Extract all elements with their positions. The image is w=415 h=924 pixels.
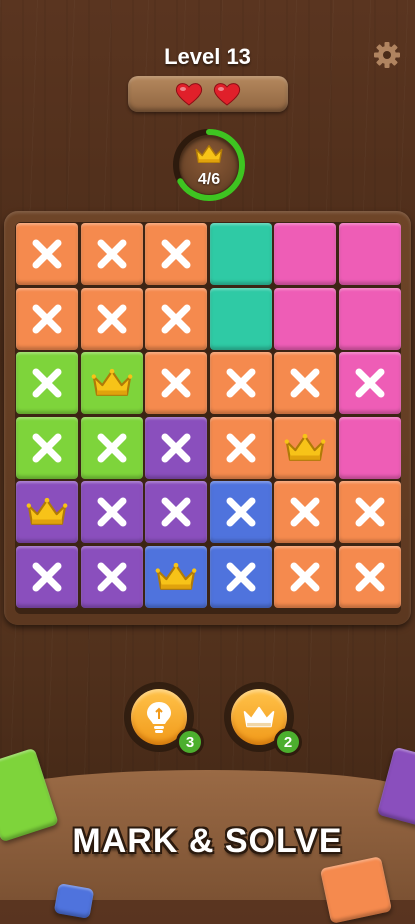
lightbulb-icon [147, 702, 171, 733]
x-mark-icon [97, 304, 126, 333]
x-mark-icon [290, 497, 320, 527]
board-cell[interactable] [338, 481, 401, 543]
x-mark-icon [161, 304, 191, 333]
board-cell[interactable] [145, 545, 207, 608]
x-mark-icon [32, 433, 62, 462]
lives-bar [128, 76, 288, 112]
board-cell[interactable] [80, 352, 143, 414]
crown-icon [243, 706, 275, 728]
board-cell[interactable] [80, 223, 143, 285]
slogan-text: MARK & SOLVE [72, 822, 343, 860]
crown-progress: 4/6 [170, 126, 248, 204]
heart-icon [213, 83, 241, 106]
x-mark-icon [97, 497, 126, 527]
board-cell[interactable] [145, 287, 207, 350]
progress-label: 4/6 [197, 171, 221, 188]
board-cell[interactable] [274, 545, 336, 608]
board-cell[interactable] [338, 287, 401, 350]
hint-count-badge: 3 [176, 728, 204, 756]
x-mark-icon [355, 562, 384, 591]
x-mark-icon [32, 562, 62, 591]
board-cell[interactable] [145, 481, 207, 543]
x-mark-icon [290, 562, 320, 591]
board-cell[interactable] [145, 416, 207, 479]
x-mark-icon [32, 304, 62, 333]
x-mark-icon [290, 368, 320, 398]
board-cell[interactable] [80, 287, 143, 350]
crown-icon [26, 497, 68, 525]
crown-icon [91, 368, 132, 396]
board-cell[interactable] [209, 545, 272, 608]
board-cell[interactable] [338, 545, 401, 608]
board-cell[interactable] [338, 416, 401, 479]
x-mark-icon [226, 433, 255, 462]
board-cell[interactable] [16, 481, 78, 543]
board-cell[interactable] [80, 416, 143, 479]
board-cell[interactable] [16, 416, 78, 479]
crown-count-badge: 2 [274, 728, 302, 756]
board-cell[interactable] [145, 352, 207, 414]
crown-icon [284, 433, 326, 461]
x-mark-icon [161, 239, 191, 269]
x-mark-icon [161, 497, 191, 527]
x-mark-icon [32, 239, 62, 269]
board-cell[interactable] [274, 416, 336, 479]
decorative-tile [53, 883, 95, 919]
x-mark-icon [226, 368, 255, 398]
board-cell[interactable] [209, 481, 272, 543]
x-mark-icon [161, 368, 191, 398]
board-cell[interactable] [80, 481, 143, 543]
x-mark-icon [226, 562, 255, 591]
board-cell[interactable] [209, 352, 272, 414]
board-cell[interactable] [209, 223, 272, 285]
board-cell[interactable] [338, 352, 401, 414]
board-cell[interactable] [209, 287, 272, 350]
board-cell[interactable] [16, 545, 78, 608]
crown-button[interactable]: 2 [224, 682, 302, 756]
heart-icon [175, 83, 203, 106]
x-mark-icon [161, 433, 191, 462]
board-cell[interactable] [80, 545, 143, 608]
decorative-tile [319, 856, 393, 924]
board-cell[interactable] [145, 223, 207, 285]
hint-button[interactable]: 3 [124, 682, 204, 756]
board-cell[interactable] [274, 287, 336, 350]
board-grid [15, 222, 401, 614]
x-mark-icon [355, 368, 384, 398]
board-cell[interactable] [274, 352, 336, 414]
x-mark-icon [355, 497, 384, 527]
level-title: Level 13 [164, 44, 251, 69]
board-cell[interactable] [16, 223, 78, 285]
x-mark-icon [97, 433, 126, 462]
board-cell[interactable] [274, 481, 336, 543]
game-board [4, 211, 411, 625]
crown-icon [195, 145, 223, 163]
board-cell[interactable] [209, 416, 272, 479]
x-mark-icon [226, 497, 255, 527]
board-cell[interactable] [274, 223, 336, 285]
board-cell[interactable] [16, 287, 78, 350]
x-mark-icon [32, 368, 62, 398]
board-cell[interactable] [16, 352, 78, 414]
crown-icon [155, 562, 197, 590]
x-mark-icon [97, 562, 126, 591]
board-cell[interactable] [338, 223, 401, 285]
x-mark-icon [97, 239, 126, 269]
